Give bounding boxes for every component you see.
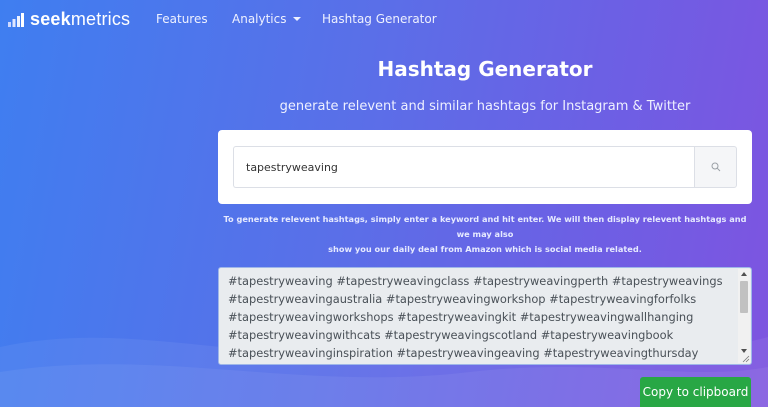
navbar: seekmetrics Features Analytics Hashtag G… [0, 0, 768, 40]
brand-name: seekmetrics [30, 9, 131, 29]
page-title: Hashtag Generator [377, 57, 593, 81]
resize-handle-icon[interactable] [742, 355, 750, 363]
help-text-line: To generate relevent hashtags, simply en… [223, 214, 747, 239]
nav-analytics-label: Analytics [232, 12, 287, 26]
hashtag-results-text: #tapestryweaving #tapestryweavingclass #… [228, 272, 733, 362]
page-subtitle: generate relevent and similar hashtags f… [279, 99, 691, 114]
nav-features[interactable]: Features [156, 12, 208, 26]
help-text-line: show you our daily deal from Amazon whic… [328, 244, 642, 254]
keyword-search-input[interactable]: tapestryweaving [233, 146, 694, 188]
results-scrollbar[interactable] [738, 269, 750, 363]
hashtag-line: #tapestryweavingwithcats #tapestryweavin… [228, 328, 674, 342]
scroll-down-arrow-icon[interactable] [741, 349, 747, 353]
copy-to-clipboard-button[interactable]: Copy to clipboard [640, 377, 751, 407]
hashtag-results-textarea[interactable]: #tapestryweaving #tapestryweavingclass #… [218, 267, 752, 365]
scroll-up-arrow-icon[interactable] [741, 272, 747, 276]
scrollbar-thumb[interactable] [740, 281, 748, 313]
hashtag-line: #tapestryweavinginspiration #tapestrywea… [228, 346, 699, 360]
search-button[interactable] [694, 146, 737, 188]
nav-analytics-dropdown[interactable]: Analytics [232, 12, 301, 26]
brand-logo[interactable]: seekmetrics [8, 9, 130, 30]
search-input-value: tapestryweaving [246, 160, 338, 174]
hashtag-line: #tapestryweavingaustralia #tapestryweavi… [228, 292, 697, 306]
search-icon [711, 162, 720, 172]
nav-hashtag-generator[interactable]: Hashtag Generator [322, 12, 437, 26]
caret-down-icon [292, 16, 301, 21]
bar-chart-logo-icon [8, 12, 24, 27]
hashtag-line: #tapestryweavingworkshops #tapestryweavi… [228, 310, 694, 324]
help-text: To generate relevent hashtags, simply en… [218, 212, 752, 257]
hashtag-line: #tapestryweaving #tapestryweavingclass #… [228, 274, 723, 288]
search-card: tapestryweaving [218, 130, 752, 204]
